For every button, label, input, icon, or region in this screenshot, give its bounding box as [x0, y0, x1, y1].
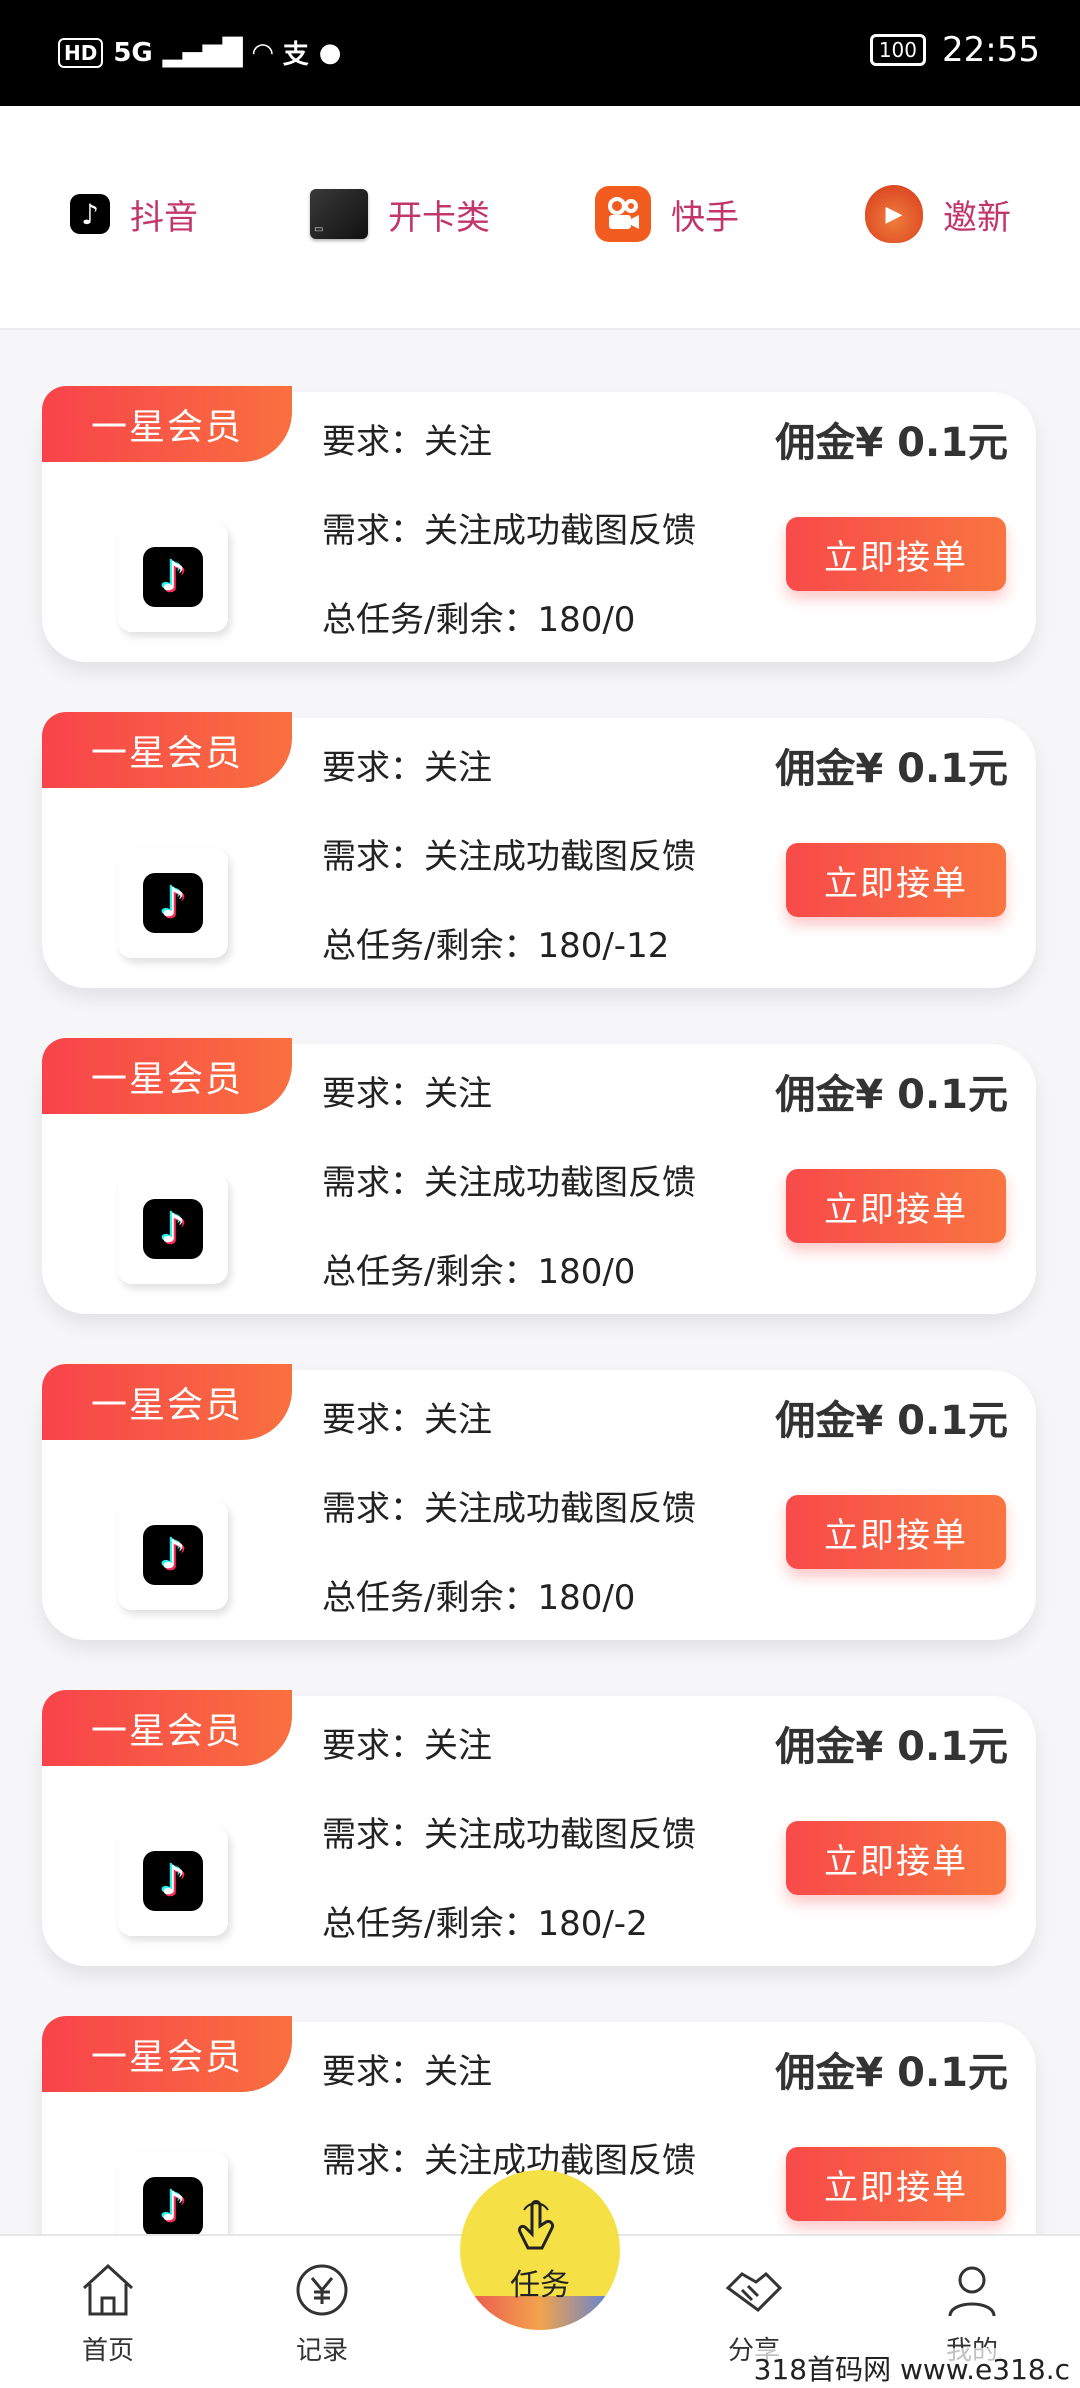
- accept-order-button[interactable]: 立即接单: [786, 1169, 1006, 1243]
- member-badge: 一星会员: [42, 2016, 292, 2092]
- task-commission: 佣金¥ 0.1元: [775, 1072, 1008, 1118]
- qq-icon: ●: [318, 37, 342, 68]
- wifi-icon: ◠: [252, 37, 273, 68]
- task-requirement: 要求：关注: [322, 748, 492, 788]
- nav-label: 记录: [295, 2336, 348, 2366]
- watermark: 318首码网 www.e318.c: [753, 2348, 1070, 2388]
- tiktok-icon: ♪: [143, 2177, 203, 2237]
- task-total: 总任务/剩余：180/-12: [322, 926, 670, 966]
- task-total: 总任务/剩余：180/0: [322, 1252, 636, 1292]
- task-need: 需求：关注成功截图反馈: [322, 1815, 696, 1855]
- tiktok-icon: ♪: [143, 1199, 203, 1259]
- tiktok-icon: ♪: [143, 1525, 203, 1585]
- nav-label: 任务: [510, 2268, 570, 2303]
- task-need: 需求：关注成功截图反馈: [322, 1163, 696, 1203]
- category-label: 开卡类: [388, 197, 490, 238]
- task-total: 总任务/剩余：180/-2: [322, 1904, 648, 1944]
- category-bar: ♪ 抖音 ▭ 开卡类 快手 ▶ 邀新: [0, 106, 1080, 330]
- tiktok-icon: ♪: [143, 1851, 203, 1911]
- accept-order-button[interactable]: 立即接单: [786, 843, 1006, 917]
- tiktok-icon: ♪: [143, 547, 203, 607]
- accept-order-button[interactable]: 立即接单: [786, 1495, 1006, 1569]
- task-card: 一星会员 ♪ 要求：关注 需求：关注成功截图反馈 总任务/剩余：180/0 佣金…: [42, 1364, 1036, 1640]
- task-total: 总任务/剩余：180/0: [322, 1578, 636, 1618]
- task-commission: 佣金¥ 0.1元: [775, 1398, 1008, 1444]
- accept-order-button[interactable]: 立即接单: [786, 2147, 1006, 2221]
- network-label: 5G: [113, 37, 153, 68]
- task-commission: 佣金¥ 0.1元: [775, 746, 1008, 792]
- task-requirement: 要求：关注: [322, 422, 492, 462]
- tiktok-icon: ♪: [143, 873, 203, 933]
- home-icon: [82, 2263, 134, 2316]
- task-card: 一星会员 ♪ 要求：关注 需求：关注成功截图反馈 总任务/剩余：180/0 佣金…: [42, 1038, 1036, 1314]
- task-requirement: 要求：关注: [322, 1400, 492, 1440]
- tap-hand-icon: [518, 2200, 554, 2250]
- task-commission: 佣金¥ 0.1元: [775, 420, 1008, 466]
- category-label: 抖音: [130, 197, 198, 238]
- category-card[interactable]: ▭ 开卡类: [310, 184, 490, 244]
- category-label: 邀新: [943, 197, 1011, 238]
- hd-indicator: HD: [58, 37, 104, 68]
- task-need: 需求：关注成功截图反馈: [322, 837, 696, 877]
- nav-records[interactable]: 记录: [262, 2258, 382, 2367]
- tiktok-icon: ♪: [70, 194, 110, 234]
- red-bag-icon: ▶: [865, 185, 923, 243]
- nav-label: 首页: [81, 2336, 134, 2366]
- task-requirement: 要求：关注: [322, 1726, 492, 1766]
- battery-icon: 100: [869, 34, 927, 66]
- alipay-icon: 支: [282, 40, 309, 70]
- clock: 22:55: [942, 30, 1040, 70]
- member-badge: 一星会员: [42, 386, 292, 462]
- task-need: 需求：关注成功截图反馈: [322, 1489, 696, 1529]
- nav-home[interactable]: 首页: [48, 2258, 168, 2367]
- task-thumbnail: ♪: [118, 1826, 228, 1936]
- task-thumbnail: ♪: [118, 848, 228, 958]
- kuaishou-icon: [595, 186, 651, 242]
- task-card: 一星会员 ♪ 要求：关注 需求：关注成功截图反馈 总任务/剩余：180/0 佣金…: [42, 386, 1036, 662]
- task-thumbnail: ♪: [118, 522, 228, 632]
- task-thumbnail: ♪: [118, 1500, 228, 1610]
- task-need: 需求：关注成功截图反馈: [322, 511, 696, 551]
- bank-card-icon: ▭: [310, 189, 368, 239]
- status-bar: HD 5G ▂▄▆█ ◠ 支 ● 100 22:55: [0, 0, 1080, 106]
- category-label: 快手: [671, 197, 739, 238]
- category-douyin[interactable]: ♪ 抖音: [70, 184, 198, 244]
- task-requirement: 要求：关注: [322, 2052, 492, 2092]
- task-card: 一星会员 ♪ 要求：关注 需求：关注成功截图反馈 总任务/剩余：180/-12 …: [42, 712, 1036, 988]
- task-thumbnail: ♪: [118, 1174, 228, 1284]
- task-commission: 佣金¥ 0.1元: [775, 1724, 1008, 1770]
- yen-coin-icon: [296, 2264, 348, 2316]
- task-need: 需求：关注成功截图反馈: [322, 2141, 696, 2181]
- task-total: 总任务/剩余：180/0: [322, 600, 636, 640]
- task-requirement: 要求：关注: [322, 1074, 492, 1114]
- nav-task-button[interactable]: 任务: [460, 2170, 620, 2330]
- category-invite[interactable]: ▶ 邀新: [865, 184, 1011, 244]
- accept-order-button[interactable]: 立即接单: [786, 517, 1006, 591]
- handshake-icon: [725, 2271, 783, 2312]
- member-badge: 一星会员: [42, 1038, 292, 1114]
- member-badge: 一星会员: [42, 1690, 292, 1766]
- task-card: 一星会员 ♪ 要求：关注 需求：关注成功截图反馈 总任务/剩余：180/-2 佣…: [42, 1690, 1036, 1966]
- task-commission: 佣金¥ 0.1元: [775, 2050, 1008, 2096]
- member-badge: 一星会员: [42, 1364, 292, 1440]
- member-badge: 一星会员: [42, 712, 292, 788]
- signal-icon: ▂▄▆█: [162, 37, 243, 68]
- accept-order-button[interactable]: 立即接单: [786, 1821, 1006, 1895]
- category-kuaishou[interactable]: 快手: [595, 184, 739, 244]
- user-icon: [948, 2266, 996, 2317]
